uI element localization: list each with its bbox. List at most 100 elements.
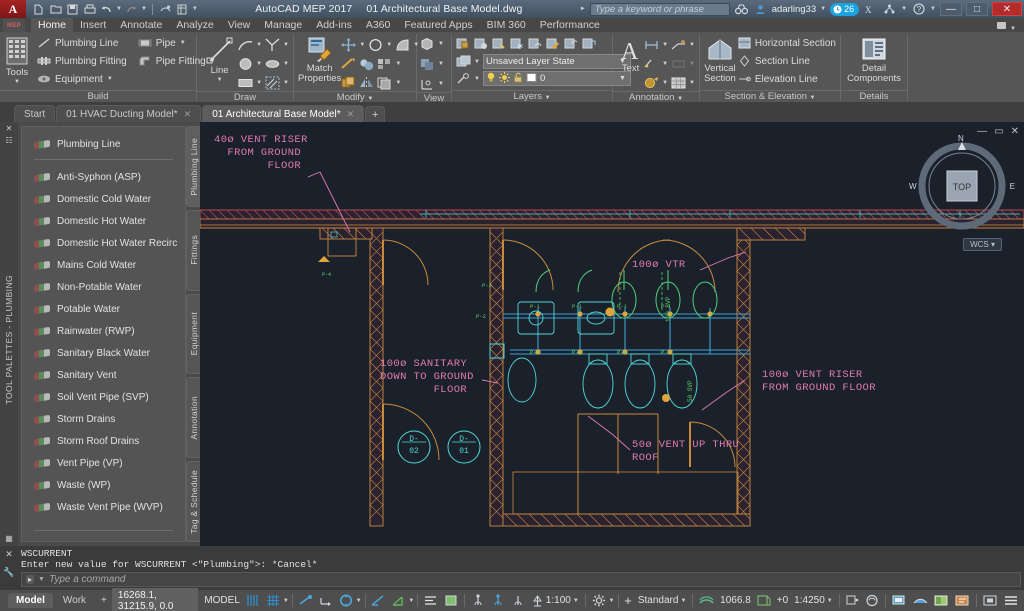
view-dropdown-icon[interactable]: ▼ [438,41,444,47]
offset-icon[interactable] [377,76,392,90]
new-tab-button[interactable]: + [365,106,385,122]
palette-item-sanitary-vent[interactable]: Sanitary Vent [22,364,185,386]
polyline-icon[interactable] [265,38,280,52]
palette-item-plumbing-line-header[interactable]: Plumbing Line [22,133,185,155]
ellipse-icon[interactable] [265,57,280,71]
application-menu-button[interactable]: A [0,0,26,18]
palette-item-domestic-hot-water[interactable]: Domestic Hot Water [22,210,185,232]
ribbon-tab-a360[interactable]: A360 [359,18,398,32]
units-value[interactable]: 1066.8 [717,590,754,611]
table-dropdown-icon[interactable]: ▼ [689,80,695,86]
palette-tab-plumbing-line[interactable]: Plumbing Line [186,126,200,207]
close-icon[interactable]: ✕ [6,124,13,133]
open-icon[interactable] [48,2,63,17]
sun-icon[interactable] [499,72,510,86]
stretch-icon[interactable] [341,57,356,71]
polar-tracking-icon[interactable] [368,590,388,611]
redo-dropdown-icon[interactable]: ▼ [141,6,147,12]
rectangle-dropdown-icon[interactable]: ▼ [256,80,262,86]
palette-item-domestic-cold-water[interactable]: Domestic Cold Water [22,188,185,210]
add-icon[interactable]: + [621,590,635,611]
object-snap-icon[interactable] [421,590,441,611]
tag-dropdown-icon[interactable]: ▼ [662,80,668,86]
palette-tab-tag-schedule[interactable]: Tag & Schedule [186,461,200,542]
trim-icon[interactable] [395,38,410,52]
undo-icon[interactable] [99,2,114,17]
layer-unisolate-icon[interactable] [528,37,542,50]
array-icon[interactable] [377,57,392,71]
text-button[interactable]: A Text [617,35,644,74]
viewport-scale-display[interactable]: 1:4250 ▼ [791,590,836,611]
question-icon[interactable]: ? [911,2,926,17]
centerline-icon[interactable] [644,57,659,71]
circle-dropdown-icon[interactable]: ▼ [256,61,262,67]
ribbon-tab-annotate[interactable]: Annotate [113,18,169,32]
palette-tab-equipment[interactable]: Equipment [186,294,200,375]
rotate-dropdown-icon[interactable]: ▼ [386,42,392,48]
properties-icon[interactable]: ☷ [5,136,12,145]
tools-button[interactable]: Tools ▼ [4,35,30,85]
palette-item-waste[interactable]: Waste (WP) [22,474,185,496]
wrench-icon[interactable]: 🔧 [3,567,14,578]
dimension-icon[interactable] [644,38,659,52]
plot-icon[interactable] [82,2,97,17]
color-swatch-icon[interactable] [526,72,537,86]
layer-match-icon[interactable] [546,37,560,50]
ribbon-tab-performance[interactable]: Performance [533,18,607,32]
palette-item-storm-roof-drains[interactable]: Storm Roof Drains [22,430,185,452]
ribbon-tab-featured-apps[interactable]: Featured Apps [397,18,479,32]
palette-icon[interactable]: ▦ [5,534,13,543]
view-3d-icon[interactable] [420,37,435,51]
rectangle-icon[interactable] [238,76,253,90]
autodesk-cloud-badge[interactable]: 26 [830,3,859,16]
isometric-dropdown-icon[interactable]: ▼ [408,598,414,604]
section-line-button[interactable]: Section Line [738,53,836,69]
ucs-dropdown-icon[interactable]: ▼ [438,81,444,87]
close-icon[interactable]: ✕ [184,109,192,120]
isolate-objects-icon[interactable] [862,590,882,611]
space-indicator[interactable]: MODEL [201,590,243,611]
mirror-icon[interactable] [359,76,374,90]
save-icon[interactable] [65,2,80,17]
lock-open-icon[interactable] [513,72,523,86]
ucs-icon[interactable] [420,77,435,91]
ribbon-tab-analyze[interactable]: Analyze [169,18,220,32]
help-dropdown-icon[interactable]: ▼ [930,6,936,12]
array-dropdown-icon[interactable]: ▼ [395,61,401,67]
elevation-line-button[interactable]: Elevation Line [738,71,836,87]
layer-previous-icon[interactable] [564,37,578,50]
fullscreen-icon[interactable] [980,590,1001,611]
arc-icon[interactable] [238,38,253,52]
redo-icon[interactable] [124,2,139,17]
ribbon-tab-home[interactable]: Home [31,18,73,32]
annotation-scale-display[interactable]: 1:100 ▼ [528,590,582,611]
maximize-button[interactable]: □ [966,2,988,16]
transparency-icon[interactable] [488,590,508,611]
hatch-dropdown-icon[interactable]: ▼ [283,80,289,86]
properties-icon[interactable] [175,2,190,17]
pipe-dropdown-icon[interactable]: ▼ [180,40,186,46]
layer-tools-icon[interactable] [456,72,471,86]
viewport-icon[interactable] [754,590,774,611]
move-icon[interactable] [341,38,356,52]
model-tab[interactable]: Model [8,593,53,608]
cut-plane-icon[interactable] [842,590,862,611]
table-icon[interactable] [671,76,686,90]
palette-item-rainwater[interactable]: Rainwater (RWP) [22,320,185,342]
line-button[interactable]: Line ▼ [201,35,238,83]
close-button[interactable]: ✕ [992,2,1022,16]
customization-icon[interactable] [952,590,973,611]
horizontal-section-button[interactable]: Horizontal Section [738,35,836,51]
viewcube[interactable]: TOP N W E [916,140,1008,232]
hardware-accel-icon[interactable] [889,590,910,611]
dynamic-ucs-icon[interactable] [316,590,336,611]
add-layout-button[interactable]: + [96,593,112,608]
panel-title-layers[interactable]: Layers ▼ [452,90,612,102]
ribbon-tab-manage[interactable]: Manage [257,18,309,32]
hatch-icon[interactable] [265,76,280,90]
xchange-icon[interactable]: X [863,2,878,17]
dimension-dropdown-icon[interactable]: ▼ [662,42,668,48]
palette-item-sanitary-black-water[interactable]: Sanitary Black Water [22,342,185,364]
layer-off-icon[interactable] [474,37,488,50]
polyline-dropdown-icon[interactable]: ▼ [283,42,289,48]
